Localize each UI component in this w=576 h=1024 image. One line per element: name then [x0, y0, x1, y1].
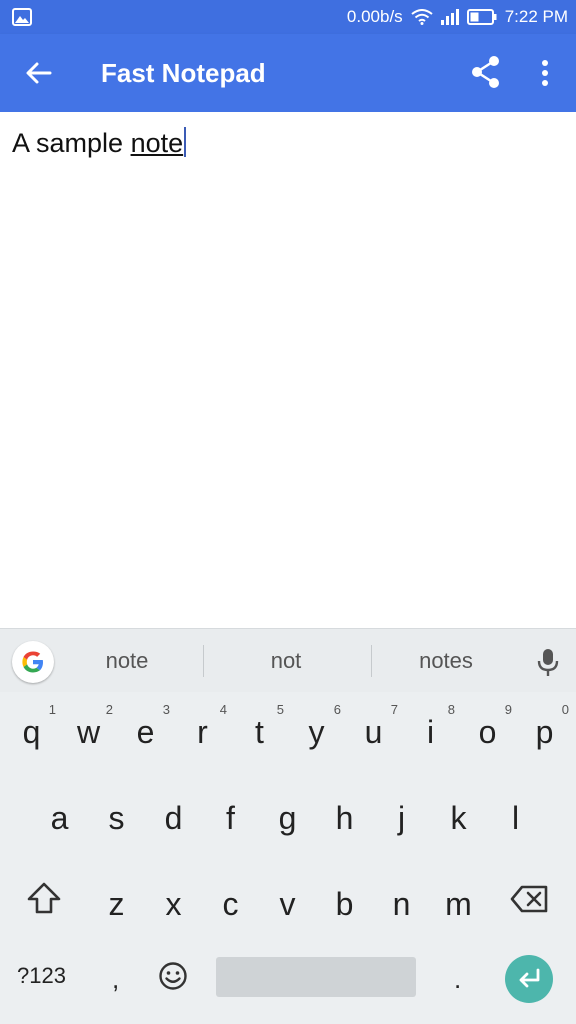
suggestion-1[interactable]: note: [60, 629, 194, 693]
app-bar: Fast Notepad: [0, 34, 576, 112]
key-label: u: [364, 714, 383, 750]
composing-word: note: [130, 128, 184, 158]
comma-key[interactable]: ,: [112, 964, 119, 995]
key-label: i: [426, 714, 435, 750]
key-label: f: [226, 800, 235, 836]
key-f[interactable]: f: [202, 778, 259, 864]
key-x[interactable]: x: [145, 864, 202, 950]
key-j[interactable]: j: [373, 778, 430, 864]
key-label: w: [76, 714, 101, 750]
key-label: j: [397, 800, 406, 836]
note-editor[interactable]: A sample note: [0, 112, 576, 628]
key-label: b: [335, 886, 354, 922]
key-label: s: [108, 800, 125, 836]
suggestion-divider: [371, 645, 372, 677]
key-label: d: [164, 800, 183, 836]
key-l[interactable]: l: [487, 778, 544, 864]
key-s[interactable]: s: [88, 778, 145, 864]
google-icon[interactable]: [12, 641, 54, 683]
key-k[interactable]: k: [430, 778, 487, 864]
key-label: r: [197, 714, 208, 750]
network-speed: 0.00b/s: [346, 7, 403, 26]
backspace-icon[interactable]: [510, 884, 550, 914]
key-label: l: [511, 800, 520, 836]
key-p[interactable]: 0p: [516, 692, 573, 778]
key-d[interactable]: d: [145, 778, 202, 864]
gallery-icon: [12, 8, 32, 26]
key-z[interactable]: z: [88, 864, 145, 950]
key-label: v: [279, 886, 296, 922]
key-o[interactable]: 9o: [459, 692, 516, 778]
key-u[interactable]: 7u: [345, 692, 402, 778]
key-g[interactable]: g: [259, 778, 316, 864]
key-label: e: [136, 714, 155, 750]
signal-icon: [440, 9, 459, 25]
clock: 7:22 PM: [504, 7, 568, 26]
note-text-prefix: A sample: [12, 128, 131, 158]
key-t[interactable]: 5t: [231, 692, 288, 778]
enter-icon: [519, 968, 540, 988]
share-icon[interactable]: [468, 54, 504, 90]
key-label: h: [335, 800, 354, 836]
keyboard: 1q 2w 3e 4r 5t 6y 7u 8i 9o 0p a s d f g …: [0, 692, 576, 1024]
key-a[interactable]: a: [31, 778, 88, 864]
suggestion-divider: [203, 645, 204, 677]
text-caret: [184, 127, 187, 157]
more-vert-icon[interactable]: [530, 56, 560, 90]
key-label: c: [222, 886, 239, 922]
key-h[interactable]: h: [316, 778, 373, 864]
key-label: y: [308, 714, 325, 750]
key-label: x: [165, 886, 182, 922]
key-b[interactable]: b: [316, 864, 373, 950]
space-bar[interactable]: [216, 957, 416, 997]
wifi-icon: [411, 9, 433, 25]
key-i[interactable]: 8i: [402, 692, 459, 778]
key-label: g: [278, 800, 297, 836]
key-label: p: [535, 714, 554, 750]
key-v[interactable]: v: [259, 864, 316, 950]
suggestion-3[interactable]: notes: [378, 629, 514, 693]
key-label: q: [22, 714, 41, 750]
key-c[interactable]: c: [202, 864, 259, 950]
key-label: m: [445, 886, 472, 922]
key-label: k: [450, 800, 467, 836]
status-bar: 0.00b/s 7:22 PM: [0, 0, 576, 34]
key-label: a: [50, 800, 69, 836]
key-w[interactable]: 2w: [60, 692, 117, 778]
enter-key[interactable]: [505, 955, 553, 1003]
key-m[interactable]: m: [430, 864, 487, 950]
app-title: Fast Notepad: [101, 58, 266, 88]
shift-icon[interactable]: [26, 881, 62, 915]
key-n[interactable]: n: [373, 864, 430, 950]
note-text[interactable]: A sample note: [12, 126, 187, 160]
key-r[interactable]: 4r: [174, 692, 231, 778]
symbols-key[interactable]: ?123: [17, 963, 66, 989]
key-e[interactable]: 3e: [117, 692, 174, 778]
back-arrow-icon[interactable]: [22, 56, 56, 90]
emoji-icon[interactable]: [158, 961, 188, 991]
key-q[interactable]: 1q: [3, 692, 60, 778]
key-label: n: [392, 886, 411, 922]
key-label: z: [108, 886, 125, 922]
suggestion-strip: note not notes: [0, 628, 576, 692]
microphone-icon[interactable]: [536, 647, 560, 677]
key-label: t: [255, 714, 264, 750]
suggestion-2[interactable]: not: [210, 629, 362, 693]
period-key[interactable]: .: [454, 964, 461, 995]
key-label: o: [478, 714, 497, 750]
battery-icon: [466, 9, 497, 25]
key-y[interactable]: 6y: [288, 692, 345, 778]
